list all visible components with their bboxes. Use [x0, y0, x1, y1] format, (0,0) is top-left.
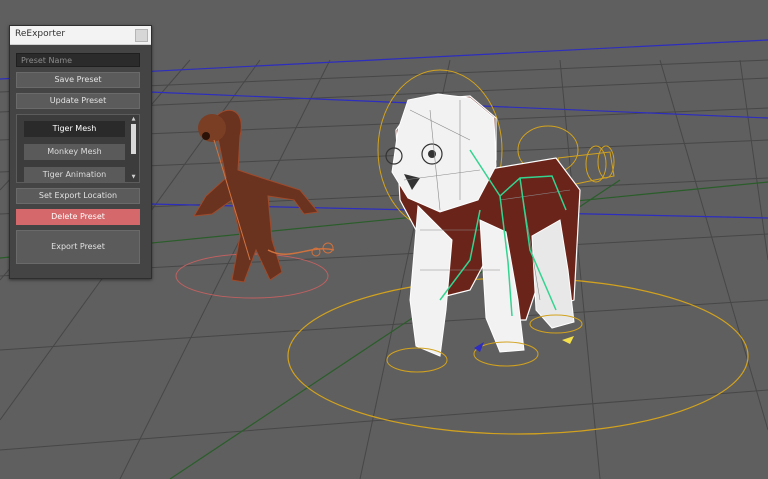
window-titlebar[interactable]: ReExporter — [10, 26, 151, 45]
preset-list[interactable]: Tiger Mesh Monkey Mesh Tiger Animation ▲… — [16, 114, 140, 183]
preset-list-item-tiger-mesh[interactable]: Tiger Mesh — [24, 121, 125, 137]
close-icon[interactable] — [135, 29, 148, 42]
window-title: ReExporter — [15, 29, 66, 39]
export-preset-button[interactable]: Export Preset — [16, 230, 140, 264]
reexporter-window: ReExporter Save Preset Update Preset Tig… — [9, 25, 152, 279]
save-preset-button[interactable]: Save Preset — [16, 72, 140, 88]
update-preset-button[interactable]: Update Preset — [16, 93, 140, 109]
preset-name-input[interactable] — [16, 53, 140, 67]
set-export-location-button[interactable]: Set Export Location — [16, 188, 140, 204]
preset-list-scrollbar[interactable]: ▲ ▼ — [130, 117, 137, 180]
scrollbar-thumb[interactable] — [131, 124, 136, 154]
preset-list-item-monkey-mesh[interactable]: Monkey Mesh — [24, 144, 125, 160]
delete-preset-button[interactable]: Delete Preset — [16, 209, 140, 225]
preset-list-item-tiger-animation[interactable]: Tiger Animation — [24, 167, 125, 182]
scroll-down-icon[interactable]: ▼ — [130, 175, 137, 180]
scroll-up-icon[interactable]: ▲ — [130, 117, 137, 122]
